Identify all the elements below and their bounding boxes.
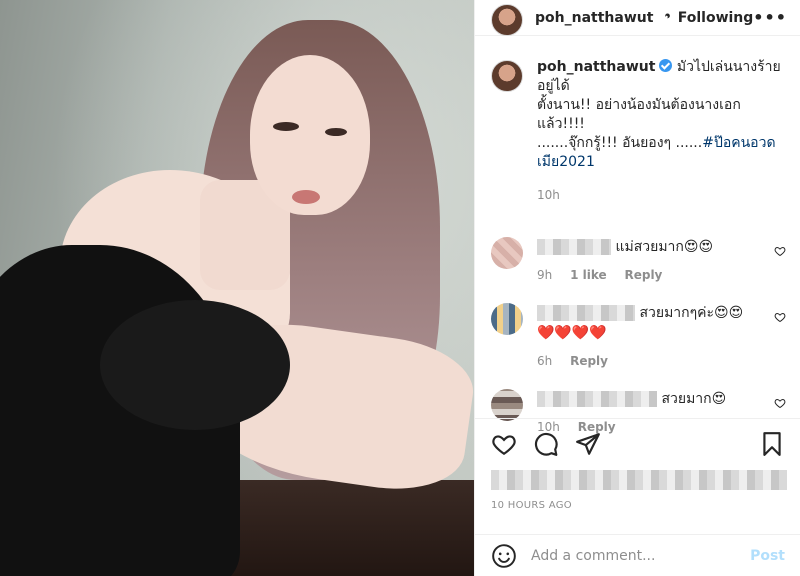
caption-time: 10h xyxy=(537,188,560,202)
comment-likes[interactable]: 1 like xyxy=(570,268,607,282)
comment-text: แม่สวยมาก😍😍 xyxy=(615,239,714,255)
comment-item: แม่สวยมาก😍😍 9h 1 like Reply xyxy=(475,237,800,285)
commenter-username-blurred[interactable] xyxy=(537,305,635,321)
comment-meta: 9h 1 like Reply xyxy=(537,265,713,285)
post-timestamp: 10 HOURS AGO xyxy=(491,500,572,511)
instagram-post-view: poh_natthawut • Following ••• poh_nattha… xyxy=(0,0,800,576)
post-side-panel: poh_natthawut • Following ••• poh_nattha… xyxy=(474,0,800,576)
reply-button[interactable]: Reply xyxy=(570,354,608,368)
comment-text: สวยมาก😍 xyxy=(661,391,727,407)
comment-item: สวยมากๆค่ะ😍😍 ❤️❤️❤️❤️ 6h Reply xyxy=(475,303,800,371)
comment-heart-icon[interactable] xyxy=(774,311,786,323)
post-photo[interactable] xyxy=(0,0,474,576)
comment-text: สวยมากๆค่ะ😍😍 xyxy=(639,305,744,321)
bookmark-icon[interactable] xyxy=(759,431,785,457)
caption-line-3: .......จุ๊กกรู้!!! อันยองๆ ...... xyxy=(537,135,703,151)
comment-text-2: ❤️❤️❤️❤️ xyxy=(537,325,607,341)
post-comment-button[interactable]: Post xyxy=(750,548,785,564)
commenter-username-blurred[interactable] xyxy=(537,391,657,407)
post-header: poh_natthawut • Following ••• xyxy=(475,0,800,36)
comment-time: 6h xyxy=(537,354,553,368)
caption-username[interactable]: poh_natthawut xyxy=(537,59,655,75)
hashtag-link-cont[interactable]: เมีย2021 xyxy=(537,154,595,170)
emoji-icon[interactable] xyxy=(491,543,517,569)
likes-summary-blurred[interactable] xyxy=(491,470,791,490)
photo-eye-left xyxy=(273,122,299,131)
comment-heart-icon[interactable] xyxy=(774,397,786,409)
hashtag-link[interactable]: #ป๊อคนอวด xyxy=(702,135,775,151)
add-comment-bar: Add a comment... Post xyxy=(475,534,800,576)
commenter-avatar[interactable] xyxy=(491,237,523,269)
author-username[interactable]: poh_natthawut xyxy=(535,10,653,26)
following-button[interactable]: Following xyxy=(678,10,754,26)
reply-button[interactable]: Reply xyxy=(624,268,662,282)
author-avatar[interactable] xyxy=(491,3,523,36)
caption-avatar[interactable] xyxy=(491,60,523,92)
photo-sleeve xyxy=(100,300,290,430)
comment-heart-icon[interactable] xyxy=(774,245,786,257)
commenter-avatar[interactable] xyxy=(491,389,523,421)
photo-eye-right xyxy=(325,128,347,136)
post-actions xyxy=(475,418,800,470)
comment-meta: 6h Reply xyxy=(537,351,743,371)
likes-pixelated xyxy=(491,470,787,490)
add-comment-input[interactable]: Add a comment... xyxy=(531,548,655,564)
caption-line-2: ตั้งนาน!! อย่างน้องมันต้องนางเอกแล้ว!!!! xyxy=(537,97,741,132)
commenter-username-blurred[interactable] xyxy=(537,239,611,255)
caption-body: poh_natthawut มัวไปเล่นนางร้ายอยู่ได้ ตั… xyxy=(537,58,784,205)
photo-lips xyxy=(292,190,320,204)
comment-icon[interactable] xyxy=(533,431,559,457)
comment-time: 9h xyxy=(537,268,553,282)
verified-icon xyxy=(659,59,673,72)
more-icon[interactable]: ••• xyxy=(753,8,787,27)
post-caption: poh_natthawut มัวไปเล่นนางร้ายอยู่ได้ ตั… xyxy=(475,36,800,205)
share-icon[interactable] xyxy=(575,431,601,457)
commenter-avatar[interactable] xyxy=(491,303,523,335)
heart-icon[interactable] xyxy=(491,431,517,457)
